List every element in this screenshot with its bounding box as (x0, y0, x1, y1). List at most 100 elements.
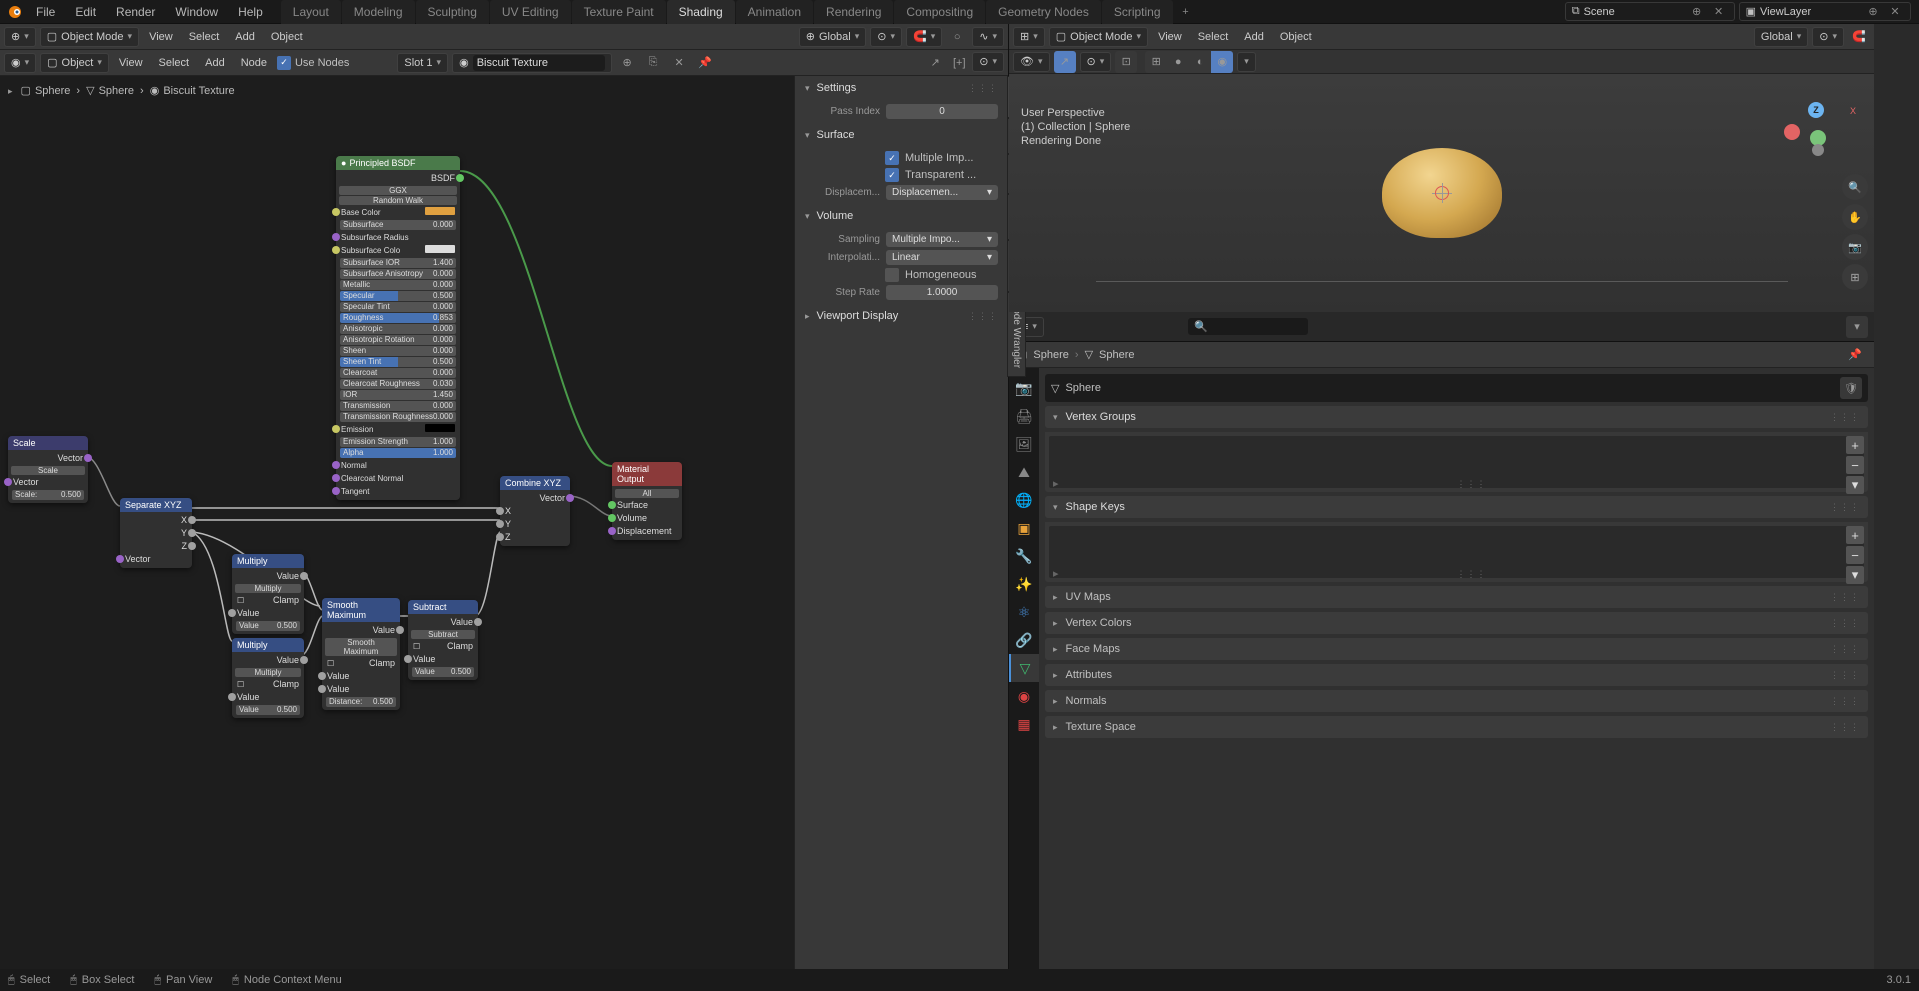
ptab-world[interactable]: 🌐 (1009, 486, 1039, 514)
pass-index-field[interactable]: 0 (886, 104, 998, 119)
ptab-render[interactable]: 📷 (1009, 374, 1039, 402)
tab-modeling[interactable]: Modeling (342, 0, 415, 24)
material-unlink-button[interactable]: ✕ (668, 52, 690, 74)
node-node[interactable]: Node (235, 57, 273, 69)
sampling-dropdown[interactable]: Multiple Impo...▾ (886, 232, 998, 247)
bsdf-row-4[interactable]: Subsurface IOR1.400 (340, 258, 456, 268)
bsdf-row-7[interactable]: Specular0.500 (340, 291, 456, 301)
homogeneous-checkbox[interactable]: Homogeneous (805, 268, 998, 282)
bsdf-row-5[interactable]: Subsurface Anisotropy0.000 (340, 269, 456, 279)
displacement-dropdown[interactable]: Displacemen... ▾ (886, 185, 998, 200)
panel-viewport-header[interactable]: Viewport Display⋮⋮⋮ (795, 304, 1008, 328)
menu-file[interactable]: File (26, 0, 65, 24)
pivot-3d[interactable]: ⊙▾ (1812, 27, 1844, 47)
viewport-3d[interactable]: User Perspective (1) Collection | Sphere… (1009, 74, 1874, 312)
zoom-button[interactable]: 🔍 (1842, 174, 1868, 200)
bsdf-row-9[interactable]: Roughness0.853 (340, 313, 456, 323)
camera-button[interactable]: 📷 (1842, 234, 1868, 260)
bsdf-row-0[interactable]: Base Color (336, 206, 460, 219)
viewlayer-new-button[interactable]: ⊕ (1864, 3, 1882, 21)
gizmo-toggle[interactable]: ↗ (1054, 51, 1076, 73)
hdr-view[interactable]: View (143, 31, 179, 43)
perspective-button[interactable]: ⊞ (1842, 264, 1868, 290)
orientation-3d[interactable]: Global▾ (1754, 27, 1808, 47)
bsdf-row-14[interactable]: Clearcoat0.000 (340, 368, 456, 378)
navigation-gizmo[interactable]: Z X (1788, 102, 1844, 158)
tab-uvediting[interactable]: UV Editing (490, 0, 571, 24)
node-multiply-2[interactable]: Multiply Value Multiply ☐ Clamp Value Va… (232, 638, 304, 718)
tab-shading[interactable]: Shading (667, 0, 735, 24)
node-subtract[interactable]: Subtract Value Subtract ☐ Clamp Value Va… (408, 600, 478, 680)
ptab-constraint[interactable]: 🔗 (1009, 626, 1039, 654)
node-smooth-max[interactable]: Smooth Maximum Value Smooth Maximum ☐ Cl… (322, 598, 400, 710)
scene-delete-button[interactable]: ✕ (1710, 3, 1728, 21)
bsdf-row-23[interactable]: Clearcoat Normal (336, 472, 460, 485)
gizmo-z-axis[interactable]: Z (1808, 102, 1824, 118)
node-principled-bsdf[interactable]: ● Principled BSDF BSDF GGX Random Walk B… (336, 156, 460, 500)
bc-obj[interactable]: Sphere (1033, 349, 1068, 361)
tab-compositing[interactable]: Compositing (894, 0, 985, 24)
shading-solid[interactable]: ● (1167, 51, 1189, 73)
snap-toggle[interactable]: 🧲▾ (906, 27, 942, 47)
tab-rendering[interactable]: Rendering (814, 0, 893, 24)
hdr3d-add[interactable]: Add (1238, 31, 1270, 43)
ptab-data[interactable]: ▽ (1009, 654, 1039, 682)
material-new-button[interactable]: ⊕ (616, 52, 638, 74)
tab-texturepaint[interactable]: Texture Paint (572, 0, 666, 24)
bsdf-row-19[interactable]: Emission (336, 423, 460, 436)
hdr3d-select[interactable]: Select (1192, 31, 1235, 43)
tab-animation[interactable]: Animation (736, 0, 813, 24)
node-material-output[interactable]: Material Output All Surface Volume Displ… (612, 462, 682, 540)
bsdf-row-17[interactable]: Transmission0.000 (340, 401, 456, 411)
node-editor-canvas[interactable]: ▢Sphere › ▽Sphere › ◉Biscuit Texture (0, 76, 794, 969)
ptab-output[interactable]: 🖨 (1009, 402, 1039, 430)
menu-window[interactable]: Window (165, 0, 228, 24)
face-maps-header[interactable]: Face Maps⋮⋮⋮ (1045, 638, 1868, 660)
material-dropdown[interactable]: ◉Biscuit Texture (452, 53, 612, 73)
texture-space-header[interactable]: Texture Space⋮⋮⋮ (1045, 716, 1868, 738)
bsdf-row-16[interactable]: IOR1.450 (340, 390, 456, 400)
menu-edit[interactable]: Edit (65, 0, 106, 24)
shape-keys-header[interactable]: Shape Keys⋮⋮⋮ (1045, 496, 1868, 518)
viewlayer-name-field[interactable]: ViewLayer (1760, 6, 1860, 18)
shading-options[interactable]: ▾ (1237, 52, 1256, 72)
slot-dropdown[interactable]: Slot 1▾ (397, 53, 448, 73)
node-view[interactable]: View (113, 57, 149, 69)
hdr3d-object[interactable]: Object (1274, 31, 1318, 43)
ptab-object[interactable]: ▣ (1009, 514, 1039, 542)
gizmo-x-axis[interactable] (1784, 124, 1800, 140)
bsdf-row-24[interactable]: Tangent (336, 485, 460, 498)
bsdf-row-20[interactable]: Emission Strength1.000 (340, 437, 456, 447)
node-editor-type[interactable]: ◉▾ (4, 53, 36, 73)
ptab-physics[interactable]: ⚛ (1009, 598, 1039, 626)
gizmo-neg-axis[interactable] (1812, 144, 1824, 156)
normals-header[interactable]: Normals⋮⋮⋮ (1045, 690, 1868, 712)
snap-3d[interactable]: 🧲 (1848, 26, 1870, 48)
shading-rendered[interactable]: ◉ (1211, 51, 1233, 73)
bsdf-row-3[interactable]: Subsurface Colo (336, 244, 460, 257)
bsdf-row-15[interactable]: Clearcoat Roughness0.030 (340, 379, 456, 389)
shading-material[interactable]: ◐ (1189, 51, 1211, 73)
uvmaps-header[interactable]: UV Maps⋮⋮⋮ (1045, 586, 1868, 608)
bsdf-row-21[interactable]: Alpha1.000 (340, 448, 456, 458)
backdrop-button[interactable]: ↗ (924, 52, 946, 74)
material-copy-button[interactable]: ⎘ (642, 52, 664, 74)
step-rate-field[interactable]: 1.0000 (886, 285, 998, 300)
node-separate-xyz[interactable]: Separate XYZ X Y Z Vector (120, 498, 192, 568)
transparent-shadows-checkbox[interactable]: ✓Transparent ... (805, 168, 998, 182)
bsdf-row-13[interactable]: Sheen Tint0.500 (340, 357, 456, 367)
proportional-curve[interactable]: ∿▾ (972, 27, 1004, 47)
multiple-importance-checkbox[interactable]: ✓Multiple Imp... (805, 151, 998, 165)
xray-toggle[interactable]: ⊡ (1115, 51, 1137, 73)
use-nodes-checkbox[interactable]: ✓Use Nodes (277, 56, 349, 70)
bsdf-row-8[interactable]: Specular Tint0.000 (340, 302, 456, 312)
shader-type-dropdown[interactable]: ▢Object▾ (40, 53, 109, 73)
tab-scripting[interactable]: Scripting (1102, 0, 1173, 24)
overlay-dropdown[interactable]: ⊙▾ (972, 52, 1004, 72)
vg-dropdown-button[interactable]: ▾ (1846, 476, 1864, 494)
ptab-particle[interactable]: ✨ (1009, 570, 1039, 598)
vertex-groups-header[interactable]: Vertex Groups⋮⋮⋮ (1045, 406, 1868, 428)
menu-render[interactable]: Render (106, 0, 165, 24)
vg-remove-button[interactable]: − (1846, 456, 1864, 474)
pin-properties[interactable]: 📌 (1844, 344, 1866, 366)
